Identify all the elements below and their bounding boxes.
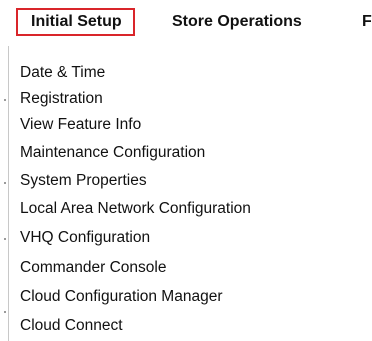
tab-store-operations[interactable]: Store Operations	[172, 8, 302, 36]
menu-item-cloud-connect[interactable]: Cloud Connect	[20, 317, 123, 335]
menu-item-registration[interactable]: Registration	[20, 90, 103, 108]
menu-bar: Initial Setup Store Operations F	[0, 0, 372, 44]
background-edge-mark	[4, 311, 6, 313]
background-edge-mark	[4, 238, 6, 240]
tab-initial-setup[interactable]: Initial Setup	[16, 8, 135, 36]
menu-item-cloud-configuration-manager[interactable]: Cloud Configuration Manager	[20, 288, 222, 306]
menu-item-lan-configuration[interactable]: Local Area Network Configuration	[20, 200, 251, 218]
tab-truncated-next[interactable]: F	[362, 8, 372, 36]
menu-item-date-time[interactable]: Date & Time	[20, 64, 105, 82]
menu-item-system-properties[interactable]: System Properties	[20, 172, 147, 190]
background-edge-mark	[4, 182, 6, 184]
background-edge-mark	[4, 99, 6, 101]
menu-item-commander-console[interactable]: Commander Console	[20, 259, 166, 277]
menu-item-view-feature-info[interactable]: View Feature Info	[20, 116, 141, 134]
initial-setup-dropdown-menu: Date & Time Registration View Feature In…	[8, 46, 372, 341]
menu-item-vhq-configuration[interactable]: VHQ Configuration	[20, 229, 150, 247]
menu-item-maintenance-configuration[interactable]: Maintenance Configuration	[20, 144, 205, 162]
